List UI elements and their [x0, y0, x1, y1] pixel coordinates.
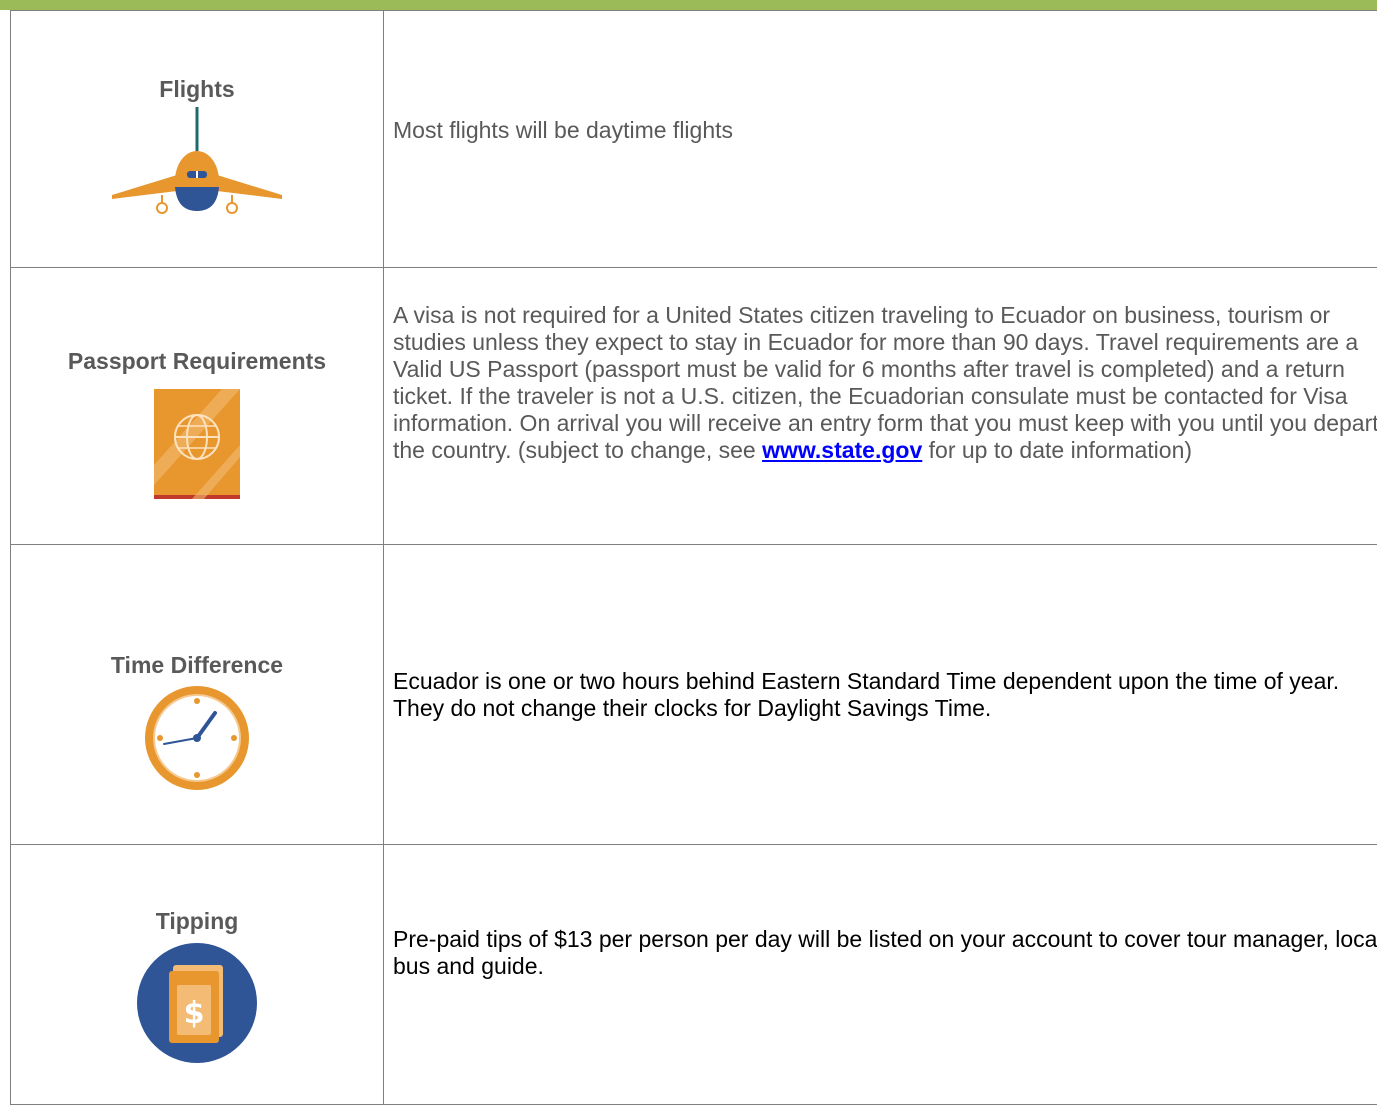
table-row-passport: Passport Requirements A visa is not requ…: [11, 268, 1377, 545]
passport-label-cell: Passport Requirements: [11, 268, 384, 545]
travel-info-table: Flights Most flights will be daytime fli…: [10, 10, 1377, 1105]
table-row-flights: Flights Most flights will be daytime fli…: [11, 11, 1377, 268]
passport-text-cell: A visa is not required for a United Stat…: [384, 268, 1377, 545]
tipping-text: Pre-paid tips of $13 per person per day …: [393, 926, 1377, 979]
flights-text: Most flights will be daytime flights: [393, 117, 733, 143]
passport-title: Passport Requirements: [11, 348, 383, 375]
time-text-cell: Ecuador is one or two hours behind Easte…: [384, 545, 1377, 845]
table-row-tipping: Tipping $ Pre-paid tips of $13 per perso…: [11, 845, 1377, 1105]
passport-icon: [152, 385, 242, 505]
table-row-time-difference: Time Difference Ecuador is one or two ho…: [11, 545, 1377, 845]
time-title: Time Difference: [11, 652, 383, 679]
flights-label-cell: Flights: [11, 11, 384, 268]
tipping-label-cell: Tipping $: [11, 845, 384, 1105]
time-text: Ecuador is one or two hours behind Easte…: [393, 668, 1339, 721]
header-bar: [0, 0, 1377, 10]
dollar-ticket-icon: $: [135, 941, 259, 1065]
flights-title: Flights: [11, 76, 383, 103]
tipping-title: Tipping: [11, 908, 383, 935]
airplane-icon: [107, 107, 287, 217]
state-gov-link[interactable]: www.state.gov: [762, 437, 922, 463]
tipping-text-cell: Pre-paid tips of $13 per person per day …: [384, 845, 1377, 1105]
passport-text-after-link: for up to date information): [922, 437, 1192, 463]
flights-text-cell: Most flights will be daytime flights: [384, 11, 1377, 268]
time-label-cell: Time Difference: [11, 545, 384, 845]
clock-icon: [142, 683, 252, 793]
svg-text:$: $: [184, 996, 205, 1031]
